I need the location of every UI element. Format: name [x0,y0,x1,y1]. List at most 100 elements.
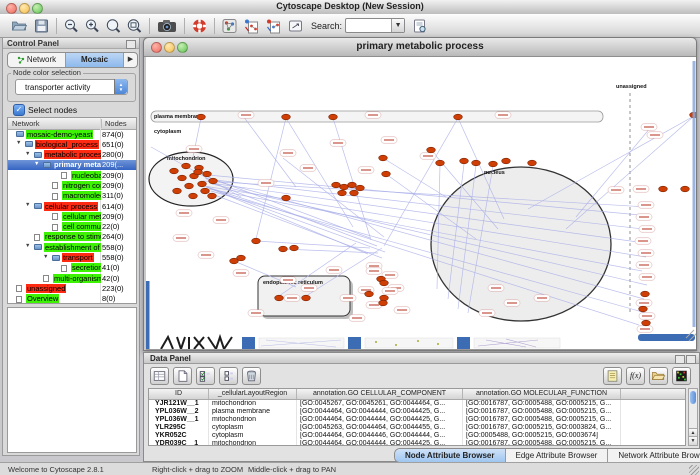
delete-attribute-button[interactable] [242,367,261,385]
expand-triangle-icon[interactable]: ▼ [25,202,30,208]
network-node[interactable] [275,295,284,301]
network-edge[interactable] [256,118,286,239]
close-panel-icon[interactable] [686,355,696,364]
network-window-titlebar[interactable]: primary metabolic process [144,38,696,57]
tree-row[interactable]: ▼ Overview 8(0) [8,294,136,304]
attribute-list-button[interactable] [219,367,238,385]
network-node[interactable] [350,190,359,196]
network-node[interactable] [197,114,206,120]
annotation-box-button[interactable] [286,17,305,35]
expand-triangle-icon[interactable]: ▼ [25,151,30,157]
tree-row[interactable]: ▼ cellular process 614(0) [8,201,136,211]
attribute-table[interactable]: ID _cellularLayoutRegion annotation.GO C… [148,388,686,446]
network-node[interactable] [436,160,445,166]
tree-row[interactable]: ▼ nucleobase- 209(0) [8,170,136,180]
network-node[interactable] [365,291,374,297]
tab-mosaic[interactable]: Mosaic [66,53,124,67]
tree-row[interactable]: ▼ cell communicat 22(0) [8,222,136,232]
expand-triangle-icon[interactable]: ▼ [16,140,21,146]
function-builder-button[interactable]: f(x) [626,367,645,385]
network-edge[interactable] [256,241,370,248]
network-node[interactable] [282,195,291,201]
network-node[interactable] [356,185,365,191]
attribute-table-header[interactable]: ID _cellularLayoutRegion annotation.GO C… [149,389,685,400]
tree-row[interactable]: ▼ establishment of lo 558(0) [8,242,136,252]
layout-nodes-b-button[interactable] [264,17,283,35]
network-node[interactable] [379,300,388,306]
search-config-button[interactable] [410,17,429,35]
network-node[interactable] [170,168,179,174]
network-node[interactable] [340,184,349,190]
tree-row[interactable]: ▼ primary metabo 209(... [8,160,136,170]
layout-nodes-a-button[interactable] [242,17,261,35]
tree-row[interactable]: ▼ transport 558(0) [8,253,136,263]
table-row[interactable]: YDR039C__1 mitochondrion [GO:0044464, GO… [149,440,685,446]
tree-row[interactable]: ▼ unassigned 223(0) [8,283,136,293]
network-node[interactable] [182,163,191,169]
network-node[interactable] [382,171,391,177]
snapshot-camera-button[interactable] [155,17,179,35]
network-node[interactable] [201,188,210,194]
attribute-checklist-button[interactable] [196,367,215,385]
search-input[interactable]: ▼ [345,18,405,33]
network-node[interactable] [528,160,537,166]
node-color-dropdown[interactable]: transporter activity ▲▼ [15,79,128,95]
network-node[interactable] [252,238,261,244]
network-node[interactable] [502,158,511,164]
save-button[interactable] [32,17,51,35]
tree-row[interactable]: ▼ response to stimulu 264(0) [8,232,136,242]
zoom-out-button[interactable] [62,17,81,35]
import-attributes-button[interactable] [603,367,622,385]
network-node[interactable] [427,147,436,153]
network-tree[interactable]: Network Nodes ▼ mosaic-demo-yeast 874(0)… [7,117,137,304]
network-node[interactable] [641,291,650,297]
float-panel-icon[interactable] [126,40,136,49]
table-row[interactable]: YPL036W__2 plasma membrane [GO:0044464, … [149,408,685,416]
birds-eye-view[interactable] [7,307,137,453]
network-node[interactable] [194,169,203,175]
network-edge[interactable] [333,118,371,240]
zoom-selected-button[interactable] [104,17,123,35]
tree-row[interactable]: ▼ biological_process 651(0) [8,139,136,149]
tab-node-attribute-browser[interactable]: Node Attribute Browser [395,449,506,462]
network-node[interactable] [178,175,187,181]
network-node[interactable] [379,155,388,161]
help-ring-button[interactable] [190,17,209,35]
network-node[interactable] [185,183,194,189]
network-node[interactable] [282,114,291,120]
tab-overflow-arrow[interactable]: ▶ [124,53,137,67]
table-row[interactable]: YJR121W__1 mitochondrion [GO:0045267, GO… [149,400,685,408]
network-node[interactable] [460,158,469,164]
network-node[interactable] [659,186,668,192]
tree-row[interactable]: ▼ macromolecule 311(0) [8,191,136,201]
network-node[interactable] [198,181,207,187]
float-panel-icon[interactable] [675,355,685,364]
network-node[interactable] [203,171,212,177]
network-canvas[interactable]: plasma membrane cytoplasm mitochondrion … [146,57,696,350]
table-row[interactable]: YLR295C cytoplasm [GO:0045263, GO:004446… [149,424,685,432]
network-node[interactable] [332,182,341,188]
expand-triangle-icon[interactable]: ▼ [25,243,30,249]
tab-network[interactable]: Network [8,53,66,67]
zoom-in-button[interactable] [83,17,102,35]
tree-row[interactable]: ▼ mosaic-demo-yeast 874(0) [8,129,136,139]
network-node[interactable] [489,161,498,167]
network-node[interactable] [208,193,217,199]
stepper-arrows-icon[interactable]: ▲▼ [114,79,127,94]
table-scrollbar[interactable]: ▲ ▼ [688,388,698,446]
expand-triangle-icon[interactable]: ▼ [34,161,39,167]
table-row[interactable]: YPL036W__1 mitochondrion [GO:0044464, GO… [149,416,685,424]
tree-row[interactable]: ▼ secretion 41(0) [8,263,136,273]
network-node[interactable] [348,182,357,188]
network-node[interactable] [639,306,648,312]
tab-edge-attribute-browser[interactable]: Edge Attribute Browser [506,449,609,462]
scroll-down-arrow[interactable]: ▼ [689,436,697,445]
network-node[interactable] [454,114,463,120]
network-node[interactable] [290,245,299,251]
vertical-scrollbar[interactable] [693,61,696,327]
network-node[interactable] [329,114,338,120]
table-row[interactable]: YKR052C cytoplasm [GO:0044464, GO:004444… [149,432,685,440]
network-node[interactable] [642,320,651,326]
network-edge[interactable] [566,116,694,229]
nucleus-region[interactable] [431,167,611,321]
